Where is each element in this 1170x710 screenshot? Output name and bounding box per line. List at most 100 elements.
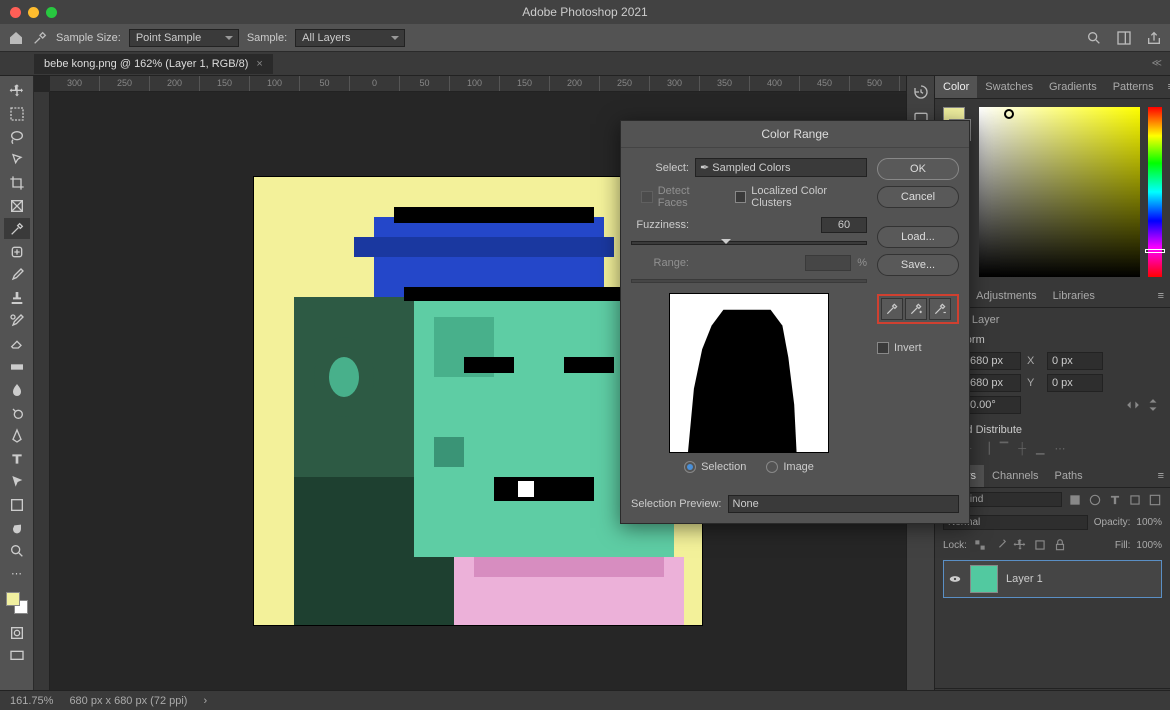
filter-adjust-icon[interactable] — [1088, 493, 1102, 507]
x-field[interactable] — [1047, 352, 1103, 370]
history-panel-icon[interactable] — [913, 84, 929, 100]
dodge-tool[interactable] — [4, 402, 30, 423]
align-center-v-icon[interactable]: ┼ — [1018, 443, 1026, 455]
screen-mode[interactable] — [4, 645, 30, 666]
filter-shape-icon[interactable] — [1128, 493, 1142, 507]
quick-select-tool[interactable] — [4, 149, 30, 170]
close-tab-icon[interactable]: × — [256, 58, 262, 70]
quick-mask[interactable] — [4, 622, 30, 643]
selection-radio[interactable]: Selection — [684, 461, 746, 473]
panel-menu-icon[interactable]: ≡ — [1152, 465, 1170, 487]
move-tool[interactable] — [4, 80, 30, 101]
workspace-icon[interactable] — [1116, 30, 1132, 46]
ruler-vertical[interactable] — [34, 92, 50, 710]
zoom-level[interactable]: 161.75% — [10, 695, 53, 707]
ok-button[interactable]: OK — [877, 158, 959, 180]
hand-tool[interactable] — [4, 517, 30, 538]
lock-all-icon[interactable] — [1053, 538, 1067, 552]
crop-tool[interactable] — [4, 172, 30, 193]
zoom-tool[interactable] — [4, 540, 30, 561]
cancel-button[interactable]: Cancel — [877, 186, 959, 208]
frame-tool[interactable] — [4, 195, 30, 216]
image-radio[interactable]: Image — [766, 461, 814, 473]
visibility-icon[interactable] — [948, 572, 962, 586]
eyedropper-subtract[interactable] — [929, 298, 951, 320]
panel-menu-icon[interactable]: ≡ — [1162, 76, 1170, 98]
tab-libraries[interactable]: Libraries — [1045, 285, 1103, 307]
doc-info-chevron[interactable]: › — [203, 695, 207, 707]
tab-adjustments[interactable]: Adjustments — [968, 285, 1045, 307]
healing-tool[interactable] — [4, 241, 30, 262]
width-field[interactable] — [965, 352, 1021, 370]
edit-toolbar[interactable]: ⋯ — [4, 563, 30, 584]
ruler-horizontal[interactable]: 3002502001501005005010015020025030035040… — [50, 76, 906, 92]
pen-tool[interactable] — [4, 425, 30, 446]
sample-dropdown[interactable]: All Layers — [295, 29, 405, 47]
fill-value[interactable]: 100% — [1136, 540, 1162, 551]
tab-swatches[interactable]: Swatches — [977, 76, 1041, 98]
lasso-tool[interactable] — [4, 126, 30, 147]
localized-checkbox[interactable] — [735, 191, 747, 203]
height-field[interactable] — [965, 374, 1021, 392]
hue-slider[interactable] — [1148, 107, 1162, 277]
close-window[interactable] — [10, 7, 21, 18]
path-select-tool[interactable] — [4, 471, 30, 492]
filter-pixel-icon[interactable] — [1068, 493, 1082, 507]
align-top-icon[interactable]: ▔ — [1000, 442, 1008, 455]
search-icon[interactable] — [1086, 30, 1102, 46]
filter-smart-icon[interactable] — [1148, 493, 1162, 507]
share-icon[interactable] — [1146, 30, 1162, 46]
layer-name[interactable]: Layer 1 — [1006, 573, 1043, 585]
lock-pixels-icon[interactable] — [993, 538, 1007, 552]
eraser-tool[interactable] — [4, 333, 30, 354]
blur-tool[interactable] — [4, 379, 30, 400]
lock-transparent-icon[interactable] — [973, 538, 987, 552]
marquee-tool[interactable] — [4, 103, 30, 124]
opacity-value[interactable]: 100% — [1136, 517, 1162, 528]
load-button[interactable]: Load... — [877, 226, 959, 248]
invert-checkbox[interactable] — [877, 342, 889, 354]
y-field[interactable] — [1047, 374, 1103, 392]
tab-channels[interactable]: Channels — [984, 465, 1046, 487]
eyedropper-sample[interactable] — [881, 298, 903, 320]
align-more-icon[interactable]: ⋯ — [1054, 442, 1065, 455]
layer-item[interactable]: Layer 1 — [943, 560, 1162, 598]
fuzziness-slider[interactable] — [631, 241, 867, 245]
shape-tool[interactable] — [4, 494, 30, 515]
color-swatches[interactable] — [4, 586, 30, 620]
maximize-window[interactable] — [46, 7, 57, 18]
align-bottom-icon[interactable]: ▁ — [1036, 442, 1044, 455]
align-right-icon[interactable]: ▕ — [981, 442, 989, 455]
saturation-field[interactable] — [979, 107, 1140, 277]
flip-v-icon[interactable] — [1146, 398, 1160, 412]
sample-size-dropdown[interactable]: Point Sample — [129, 29, 239, 47]
eyedropper-tool[interactable] — [4, 218, 30, 239]
selection-preview-image[interactable] — [669, 293, 829, 453]
tab-gradients[interactable]: Gradients — [1041, 76, 1105, 98]
flip-h-icon[interactable] — [1126, 398, 1140, 412]
minimize-window[interactable] — [28, 7, 39, 18]
gradient-tool[interactable] — [4, 356, 30, 377]
lock-artboard-icon[interactable] — [1033, 538, 1047, 552]
panel-menu-icon[interactable]: ≡ — [1152, 285, 1170, 307]
tab-paths[interactable]: Paths — [1047, 465, 1091, 487]
document-tab[interactable]: bebe kong.png @ 162% (Layer 1, RGB/8) × — [34, 54, 273, 74]
collapse-panels-icon[interactable]: ≪ — [1152, 58, 1162, 69]
angle-field[interactable] — [965, 396, 1021, 414]
stamp-tool[interactable] — [4, 287, 30, 308]
doc-info[interactable]: 680 px x 680 px (72 ppi) — [69, 695, 187, 707]
select-dropdown[interactable]: ✒ Sampled Colors — [695, 158, 867, 177]
type-tool[interactable] — [4, 448, 30, 469]
tab-color[interactable]: Color — [935, 76, 977, 98]
selection-preview-dropdown[interactable]: None — [728, 495, 960, 513]
filter-type-icon[interactable] — [1108, 493, 1122, 507]
eyedropper-tool-icon[interactable] — [32, 30, 48, 46]
lock-position-icon[interactable] — [1013, 538, 1027, 552]
tab-patterns[interactable]: Patterns — [1105, 76, 1162, 98]
eyedropper-add[interactable] — [905, 298, 927, 320]
brush-tool[interactable] — [4, 264, 30, 285]
save-button[interactable]: Save... — [877, 254, 959, 276]
fuzziness-field[interactable] — [821, 217, 867, 233]
history-brush-tool[interactable] — [4, 310, 30, 331]
home-icon[interactable] — [8, 30, 24, 46]
